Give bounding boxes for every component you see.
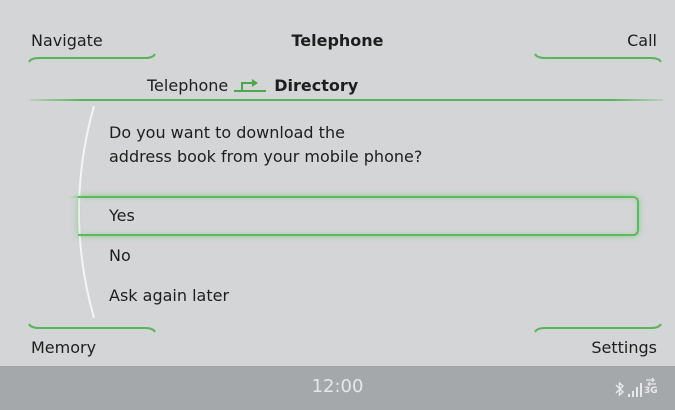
call-label: Call (627, 31, 657, 50)
network-3g-icon: 3G (644, 377, 658, 399)
breadcrumb-current: Directory (274, 76, 359, 95)
breadcrumb: Telephone Directory (147, 76, 358, 96)
option-no-label: No (109, 246, 131, 265)
page-title: Telephone (291, 31, 384, 50)
settings-label: Settings (591, 338, 657, 357)
clock: 12:00 (311, 376, 364, 397)
question-line-2: address book from your mobile phone? (109, 147, 423, 166)
call-button[interactable]: Call (627, 31, 657, 51)
status-icons: 3G (613, 377, 658, 402)
question-line-1: Do you want to download the (109, 123, 345, 142)
dialog-question: Do you want to download the address book… (109, 121, 569, 169)
infotainment-screen: Navigate Telephone Call Telephone Direct… (0, 0, 675, 410)
bluetooth-icon (615, 381, 625, 397)
breadcrumb-parent[interactable]: Telephone (147, 76, 228, 96)
option-yes[interactable]: Yes (109, 206, 629, 226)
memory-label: Memory (31, 338, 97, 357)
option-yes-label: Yes (109, 206, 135, 225)
option-ask-later[interactable]: Ask again later (109, 286, 629, 306)
settings-button[interactable]: Settings (591, 338, 657, 358)
option-no[interactable]: No (109, 246, 629, 266)
settings-button-overline (534, 323, 662, 333)
status-bar: 12:00 3G (0, 366, 675, 410)
network-type-label: 3G (644, 386, 658, 396)
header-divider (30, 99, 663, 101)
signal-strength-icon (628, 383, 642, 397)
option-ask-later-label: Ask again later (109, 286, 230, 305)
navigate-button-underline (28, 53, 156, 63)
return-arrow-icon (234, 79, 267, 92)
memory-button[interactable]: Memory (31, 338, 96, 358)
data-transfer-arrows-icon (646, 377, 656, 386)
call-button-underline (534, 53, 662, 63)
memory-button-overline (28, 323, 156, 333)
